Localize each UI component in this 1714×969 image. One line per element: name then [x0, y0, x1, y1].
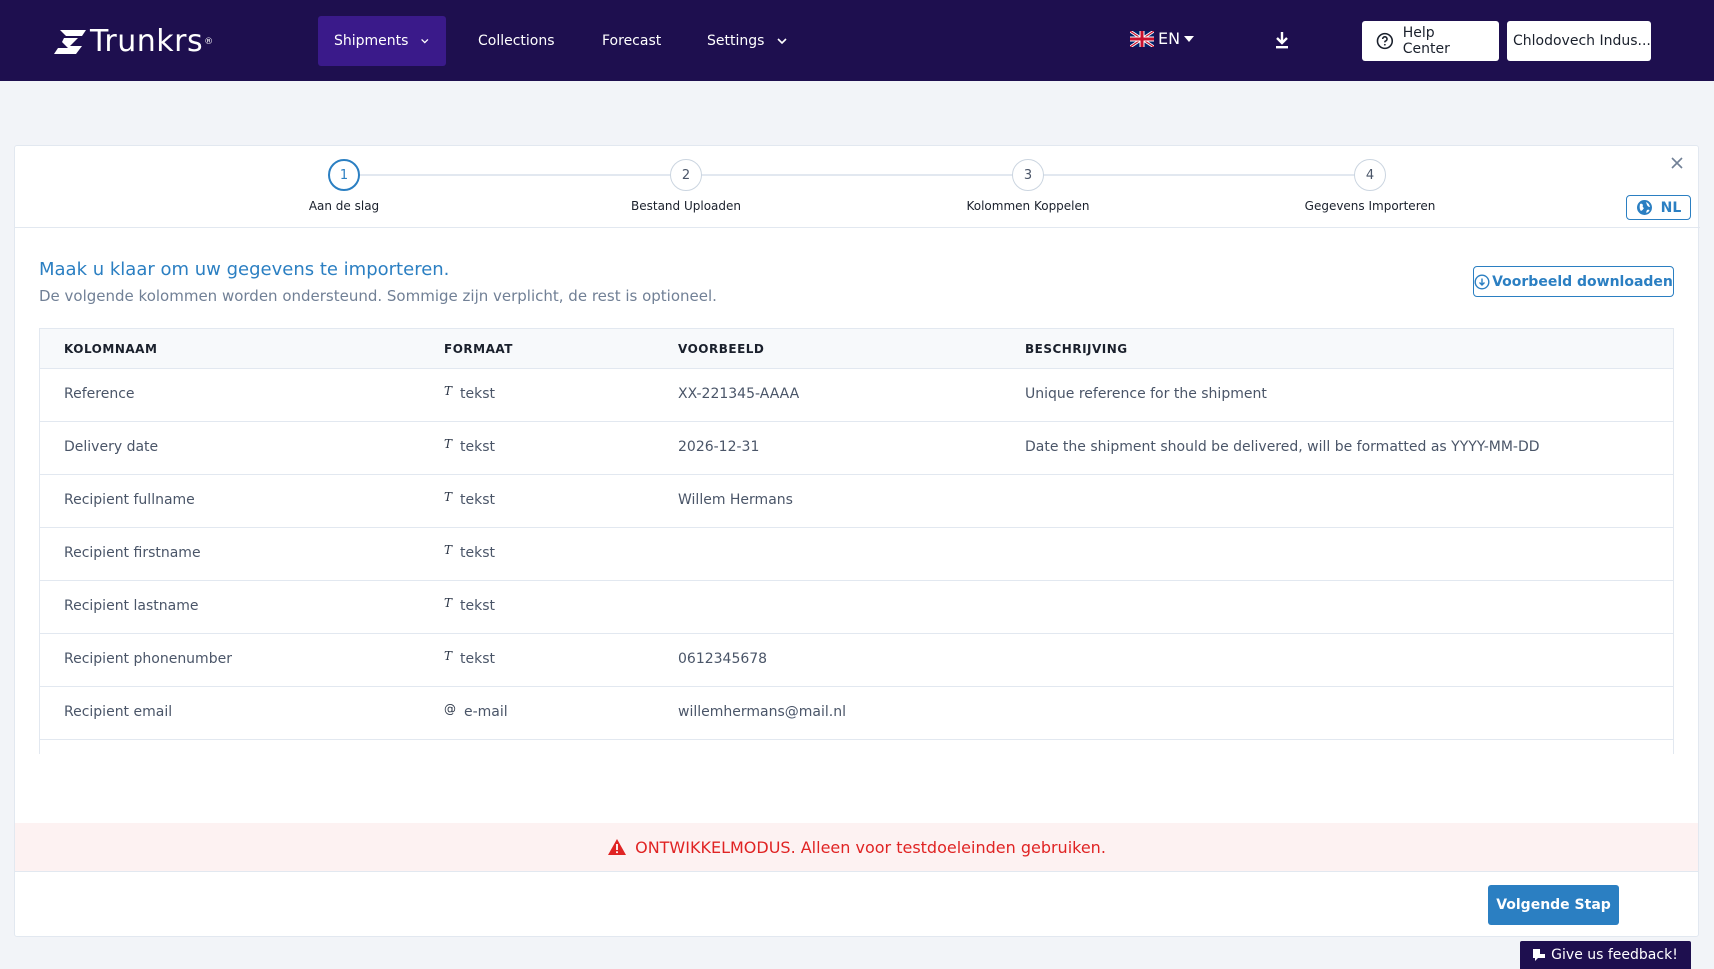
step-4: 4 Gegevens Importeren	[1270, 159, 1470, 213]
intro-subtitle: De volgende kolommen worden ondersteund.…	[39, 287, 717, 305]
text-format-icon: T	[444, 596, 453, 610]
step-1-label: Aan de slag	[308, 199, 380, 213]
text-format-icon: T	[444, 437, 453, 451]
header-example: VOORBEELD	[678, 342, 765, 356]
row-name: Reference	[64, 386, 135, 402]
row-example: 2026-12-31	[678, 439, 760, 455]
step-4-number: 4	[1354, 159, 1386, 191]
warning-icon	[608, 839, 627, 855]
trunkrs-logo-icon	[54, 29, 86, 54]
header-description: BESCHRIJVING	[1025, 342, 1128, 356]
download-circle-icon	[1474, 273, 1490, 290]
row-name: Recipient fullname	[64, 492, 195, 508]
row-name: Recipient lastname	[64, 598, 199, 614]
nav-settings[interactable]: Settings	[691, 16, 804, 66]
stepper: 1 Aan de slag 2 Bestand Uploaden 3 Kolom…	[15, 146, 1700, 228]
row-format: tekst	[460, 545, 496, 561]
step-3-number: 3	[1012, 159, 1044, 191]
table-header: KOLOMNAAM FORMAAT VOORBEELD BESCHRIJVING	[40, 329, 1673, 369]
globe-icon	[1636, 200, 1652, 215]
brand-name: Trunkrs	[90, 24, 204, 59]
locale-label: NL	[1660, 199, 1682, 216]
row-name: Recipient phonenumber	[64, 651, 232, 667]
row-format: tekst	[460, 598, 496, 614]
language-label: EN	[1158, 29, 1181, 48]
table-row: Delivery date Ttekst 2026-12-31 Date the…	[40, 422, 1673, 475]
row-name: Delivery date	[64, 439, 159, 455]
row-format: tekst	[460, 386, 496, 402]
close-icon[interactable]	[1670, 156, 1684, 170]
step-1: 1 Aan de slag	[244, 159, 444, 213]
locale-toggle-button[interactable]: NL	[1626, 195, 1691, 220]
feedback-label: Give us feedback!	[1551, 947, 1678, 963]
text-format-icon: T	[444, 649, 453, 663]
table-row: Recipient fullname Ttekst Willem Hermans	[40, 475, 1673, 528]
account-label: Chlodovech Indus...	[1513, 33, 1651, 49]
table-row: Recipient email @ e-mail willemhermans@ma…	[40, 687, 1673, 740]
text-format-icon: T	[444, 543, 453, 557]
feedback-icon	[1533, 949, 1546, 961]
row-description: Unique reference for the shipment	[1025, 386, 1267, 402]
dev-mode-text: ONTWIKKELMODUS. Alleen voor testdoeleind…	[635, 837, 1106, 857]
intro-title: Maak u klaar om uw gegevens te importere…	[39, 259, 450, 280]
row-format: tekst	[460, 492, 496, 508]
row-example: 0612345678	[678, 651, 768, 667]
row-example: XX-221345-AAAA	[678, 386, 800, 402]
text-format-icon: T	[444, 384, 453, 398]
nav-collections-label: Collections	[478, 33, 555, 49]
table-row: Recipient firstname Ttekst	[40, 528, 1673, 581]
stepper-line	[344, 174, 1370, 176]
question-circle-icon	[1376, 32, 1394, 50]
row-description: Date the shipment should be delivered, w…	[1025, 439, 1540, 455]
help-center-label: Help Center	[1402, 25, 1450, 57]
chevron-down-icon	[777, 38, 787, 45]
row-example: Willem Hermans	[678, 492, 793, 508]
table-row: Recipient phonenumber Ttekst 0612345678	[40, 634, 1673, 687]
row-example: willemhermans@mail.nl	[678, 704, 846, 720]
trunkrs-logo[interactable]: Trunkrs ®	[52, 24, 213, 59]
chevron-down-icon	[421, 38, 429, 44]
step-4-label: Gegevens Importeren	[1304, 199, 1436, 213]
brand-tm: ®	[204, 36, 214, 47]
step-3-label: Kolommen Koppelen	[966, 199, 1090, 213]
download-sample-label: Voorbeeld downloaden	[1492, 273, 1673, 290]
table-row: Recipient lastname Ttekst	[40, 581, 1673, 634]
step-1-number: 1	[328, 159, 360, 191]
nav-shipments-label: Shipments	[334, 33, 409, 49]
download-icon[interactable]	[1272, 30, 1292, 50]
header-format: FORMAAT	[444, 342, 513, 356]
feedback-button[interactable]: Give us feedback!	[1520, 941, 1691, 969]
text-format-icon: T	[444, 490, 453, 504]
row-format: e-mail	[464, 704, 508, 720]
account-button[interactable]: Chlodovech Indus...	[1507, 21, 1651, 61]
step-2: 2 Bestand Uploaden	[586, 159, 786, 213]
row-name: Recipient firstname	[64, 545, 201, 561]
row-format: tekst	[460, 651, 496, 667]
nav-settings-label: Settings	[707, 33, 765, 49]
uk-flag-icon	[1130, 30, 1154, 47]
step-2-label: Bestand Uploaden	[631, 199, 741, 213]
nav-shipments[interactable]: Shipments	[318, 16, 446, 66]
step-3: 3 Kolommen Koppelen	[928, 159, 1128, 213]
nav-collections[interactable]: Collections	[462, 16, 571, 66]
email-format-icon: @	[444, 702, 456, 716]
nav-forecast[interactable]: Forecast	[586, 16, 677, 66]
next-step-button[interactable]: Volgende Stap	[1488, 885, 1619, 925]
header-column-name: KOLOMNAAM	[64, 342, 158, 356]
table-row: Reference Ttekst XX-221345-AAAA Unique r…	[40, 369, 1673, 422]
top-navbar: Trunkrs ® Shipments Collections Forecast…	[0, 0, 1714, 81]
language-selector[interactable]: EN	[1130, 29, 1195, 48]
row-format: tekst	[460, 439, 496, 455]
import-wizard-card: 1 Aan de slag 2 Bestand Uploaden 3 Kolom…	[14, 145, 1700, 937]
dev-mode-banner: ONTWIKKELMODUS. Alleen voor testdoeleind…	[15, 823, 1698, 872]
nav-forecast-label: Forecast	[602, 33, 662, 49]
row-name: Recipient email	[64, 704, 173, 720]
download-sample-button[interactable]: Voorbeeld downloaden	[1473, 266, 1674, 297]
help-center-button[interactable]: Help Center	[1362, 21, 1499, 61]
caret-down-icon	[1184, 35, 1195, 42]
columns-table: KOLOMNAAM FORMAAT VOORBEELD BESCHRIJVING…	[39, 328, 1674, 754]
step-2-number: 2	[670, 159, 702, 191]
